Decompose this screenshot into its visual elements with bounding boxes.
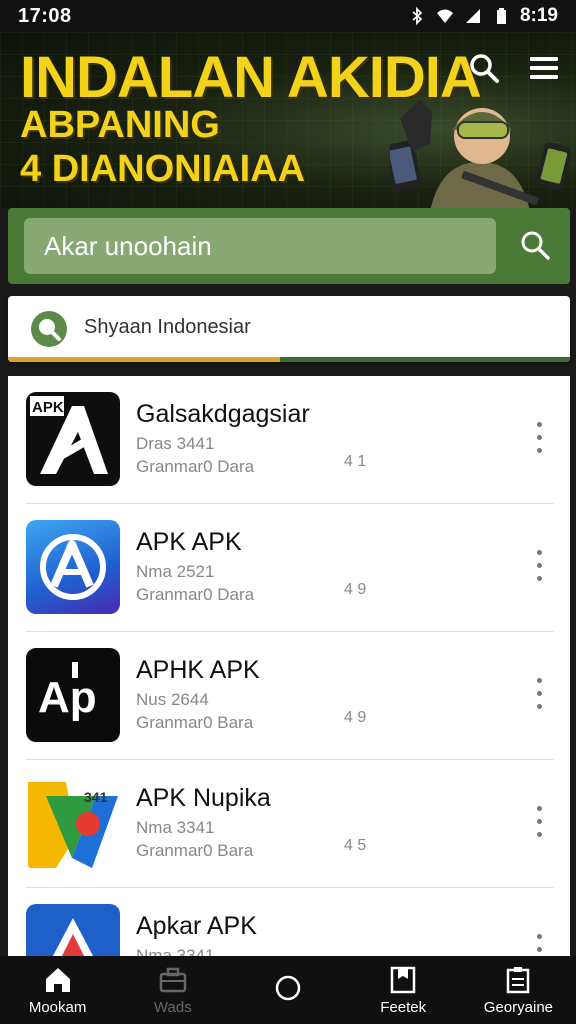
list-item[interactable]: Ap APHK APK Nus 2644 Granmar0 Bara 4 9 <box>8 632 570 760</box>
blue-red-triangle-icon <box>26 904 120 956</box>
more-options-icon[interactable] <box>534 804 544 840</box>
app-meta-1: Nus 2644 <box>136 690 209 709</box>
bluetooth-icon <box>412 7 423 25</box>
nav-home[interactable]: Mookam <box>0 956 115 1024</box>
app-rating: 4 9 <box>344 709 367 726</box>
svg-text:341: 341 <box>84 789 108 805</box>
search-input[interactable]: Akar unoohain <box>24 218 496 274</box>
app-meta-1: Nma 3341 <box>136 946 215 956</box>
nav-wads[interactable]: Wads <box>115 956 230 1024</box>
black-ap-icon: Ap <box>26 648 120 742</box>
app-meta-2: Granmar0 Bara <box>136 841 254 860</box>
status-icons: 8:19 <box>408 5 558 27</box>
battery-icon <box>496 8 506 24</box>
status-bar: 17:08 8:19 <box>0 0 576 32</box>
app-title: Apkar APK <box>136 912 257 940</box>
nav-georyaine[interactable]: Georyaine <box>461 956 576 1024</box>
promo-banner[interactable]: INDALAN AKIDIA ABPANING 4 DIANONIAIAA <box>0 32 576 208</box>
wifi-icon <box>436 9 453 23</box>
search-panel: Akar unoohain <box>8 208 570 284</box>
suggestion-text: Shyaan Indonesiar <box>84 316 251 338</box>
app-meta-1: Nma 2521 <box>136 562 215 581</box>
app-title: APHK APK <box>136 656 260 684</box>
app-meta-1: Dras 3441 <box>136 434 215 453</box>
list-item[interactable]: APK APK Nma 2521 Granmar0 Dara 4 9 <box>8 504 570 632</box>
soldier-mascot-illustration <box>390 100 570 208</box>
nav-feetek-label: Feetek <box>380 998 427 1016</box>
list-item[interactable]: APK Galsakdgagsiar Dras 3441 Granmar0 Da… <box>8 376 570 504</box>
colorful-v-icon: 341 <box>26 776 120 870</box>
signal-icon <box>465 9 480 23</box>
nav-home-label: Mookam <box>28 998 87 1016</box>
black-a-apk-icon: APK <box>26 392 120 486</box>
more-options-icon[interactable] <box>534 548 544 584</box>
status-time: 17:08 <box>18 4 72 27</box>
more-options-icon[interactable] <box>534 932 544 956</box>
list-item[interactable]: Apkar APK Nma 3341 <box>8 888 570 956</box>
search-suggestion-icon <box>31 311 67 347</box>
banner-tagline: 4 DIANONIAIAA <box>20 148 306 190</box>
banner-subtitle: ABPANING <box>20 104 220 146</box>
app-meta-1: Nma 3341 <box>136 818 215 837</box>
more-options-icon[interactable] <box>534 420 544 456</box>
nav-georyaine-label: Georyaine <box>483 998 554 1016</box>
app-icon-text: Ap <box>38 673 97 722</box>
suggestion-progress-green <box>280 357 570 362</box>
app-title: APK APK <box>136 528 242 556</box>
circle-icon <box>275 975 301 1001</box>
nav-center[interactable] <box>230 956 345 1024</box>
app-rating: 4 5 <box>344 837 367 854</box>
list-icon <box>507 966 530 993</box>
app-rating: 4 9 <box>344 581 367 598</box>
blue-a-icon <box>26 520 120 614</box>
briefcase-icon <box>159 967 187 992</box>
app-list: APK Galsakdgagsiar Dras 3441 Granmar0 Da… <box>8 376 570 956</box>
app-meta-2: Granmar0 Bara <box>136 713 254 732</box>
search-suggestion[interactable]: Shyaan Indonesiar <box>8 296 570 362</box>
app-title: Galsakdgagsiar <box>136 400 310 428</box>
nav-wads-label: Wads <box>153 998 192 1016</box>
more-options-icon[interactable] <box>534 676 544 712</box>
home-icon <box>45 967 70 992</box>
app-title: APK Nupika <box>136 784 271 812</box>
app-meta-2: Granmar0 Dara <box>136 457 255 476</box>
nav-feetek[interactable]: Feetek <box>346 956 461 1024</box>
suggestion-progress-orange <box>8 357 280 362</box>
document-icon <box>390 966 416 993</box>
menu-icon[interactable] <box>526 50 562 86</box>
list-item[interactable]: 341 APK Nupika Nma 3341 Granmar0 Bara 4 … <box>8 760 570 888</box>
app-icon-badge-text: APK <box>32 399 64 416</box>
search-button-icon[interactable] <box>518 228 552 262</box>
app-rating: 4 1 <box>344 453 367 470</box>
app-meta-2: Granmar0 Dara <box>136 585 255 604</box>
status-clock-right: 8:19 <box>519 5 558 26</box>
search-icon[interactable] <box>466 50 502 86</box>
bottom-navigation: Mookam Wads Feetek Georyaine <box>0 956 576 1024</box>
